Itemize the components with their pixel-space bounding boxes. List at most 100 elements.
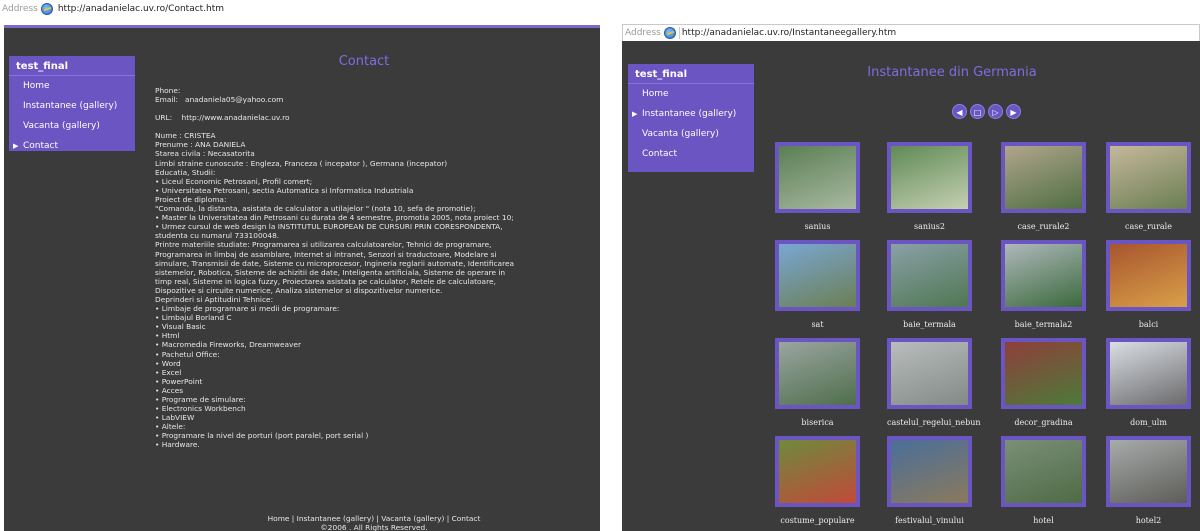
thumbnail-frame[interactable] [1106, 142, 1191, 213]
next-icon[interactable]: ▶ [1006, 104, 1021, 119]
contact-line: • Macromedia Fireworks, Dreamweaver [155, 340, 301, 350]
footer-link[interactable]: Home [268, 514, 290, 523]
gallery-thumbnail[interactable]: baie_termala2 [1001, 240, 1086, 329]
footer-link[interactable]: Vacanta (gallery) [381, 514, 444, 523]
gallery-thumbnail[interactable]: costume_populare [775, 436, 860, 525]
thumbnail-frame[interactable] [887, 142, 972, 213]
gallery-browser-window: Address http://anadanielac.uv.ro/Instant… [622, 0, 1200, 531]
thumbnail-caption: balci [1138, 320, 1159, 329]
sidebar: test_final Home Instantanee (gallery) Va… [628, 64, 754, 172]
previous-icon[interactable]: ◀ [952, 104, 967, 119]
footer-separator: | [289, 514, 297, 523]
thumbnail-frame[interactable] [1001, 436, 1086, 507]
thumbnail-frame[interactable] [887, 240, 972, 311]
url-field[interactable]: http://anadanielac.uv.ro/Contact.htm [56, 3, 226, 15]
contact-line: • Hardware. [155, 440, 200, 450]
contact-line: sistemelor, Robotica, Sisteme de achizit… [155, 267, 506, 277]
thumbnail-frame[interactable] [775, 142, 860, 213]
sidebar: test_final Home Instantanee (gallery) Va… [9, 56, 135, 153]
thumbnail-photo[interactable] [891, 342, 968, 405]
thumbnail-photo[interactable] [1110, 342, 1187, 405]
address-bar: Address http://anadanielac.uv.ro/Instant… [622, 24, 1200, 42]
contact-line: Proiect de diploma: [155, 194, 227, 204]
contact-line: • Master la Universitatea din Petrosani … [155, 213, 514, 223]
gallery-thumbnail[interactable]: dom_ulm [1106, 338, 1191, 427]
gallery-thumbnail[interactable]: decor_gradina [1001, 338, 1086, 427]
contact-line: "Comanda, la distanta, asistata de calcu… [155, 204, 476, 214]
thumbnail-frame[interactable] [775, 240, 860, 311]
gallery-thumbnail[interactable]: sat [775, 240, 860, 329]
gallery-thumbnail[interactable]: biserica [775, 338, 860, 427]
nav-item-instantanee[interactable]: Instantanee (gallery) [628, 104, 754, 124]
thumbnail-frame[interactable] [1106, 436, 1191, 507]
contact-line: Dispozitive si circuite numerice, Analiz… [155, 285, 443, 295]
contact-line: Prenume : ANA DANIELA [155, 140, 246, 150]
thumbnail-photo[interactable] [1005, 244, 1082, 307]
thumbnail-caption: baie_termala [903, 320, 956, 329]
footer: Home | Instantanee (gallery) | Vacanta (… [224, 514, 524, 531]
thumbnail-frame[interactable] [1106, 240, 1191, 311]
thumbnail-frame[interactable] [775, 436, 860, 507]
contact-line [155, 122, 585, 131]
thumbnail-frame[interactable] [887, 436, 972, 507]
thumbnail-frame[interactable] [775, 338, 860, 409]
gallery-thumbnail[interactable]: castelul_regelui_nebun [887, 338, 981, 427]
gallery-thumbnail[interactable]: case_rurale [1106, 142, 1191, 231]
thumbnail-photo[interactable] [891, 146, 968, 209]
gallery-thumbnail[interactable]: hotel2 [1106, 436, 1191, 525]
thumbnail-photo[interactable] [1110, 146, 1187, 209]
contact-line: • Acces [155, 385, 184, 395]
contact-line: • Universitatea Petrosani, sectia Automa… [155, 185, 414, 195]
contact-line: studenta cu numarul 733100048. [155, 231, 280, 241]
thumbnail-frame[interactable] [1001, 142, 1086, 213]
gallery-thumbnail[interactable]: hotel [1001, 436, 1086, 525]
thumbnail-photo[interactable] [1110, 244, 1187, 307]
thumbnail-caption: decor_gradina [1014, 418, 1073, 427]
thumbnail-photo[interactable] [779, 244, 856, 307]
contact-details: Phone: Email: anadaniela05@yahoo.com URL: … [155, 86, 585, 450]
thumbnail-caption: castelul_regelui_nebun [887, 418, 981, 427]
nav-item-home[interactable]: Home [9, 76, 135, 96]
address-bar: Address http://anadanielac.uv.ro/Contact… [0, 0, 604, 18]
contact-line: • PowerPoint [155, 376, 203, 386]
gallery-thumbnail[interactable]: balci [1106, 240, 1191, 329]
nav-item-contact[interactable]: Contact [9, 136, 135, 156]
page-icon [663, 27, 676, 39]
contact-line: • Urmez cursul de web design la INSTITUT… [155, 222, 503, 232]
thumbnail-photo[interactable] [891, 244, 968, 307]
thumbnail-frame[interactable] [1001, 240, 1086, 311]
nav-item-vacanta[interactable]: Vacanta (gallery) [9, 116, 135, 136]
nav-item-home[interactable]: Home [628, 84, 754, 104]
thumbnail-photo[interactable] [779, 440, 856, 503]
nav-item-instantanee[interactable]: Instantanee (gallery) [9, 96, 135, 116]
gallery-thumbnail[interactable]: baie_termala [887, 240, 972, 329]
thumbnail-frame[interactable] [1106, 338, 1191, 409]
thumbnail-photo[interactable] [1005, 342, 1082, 405]
contact-line: • Altele: [155, 422, 186, 432]
gallery-thumbnail[interactable]: sanius [775, 142, 860, 231]
thumbnail-photo[interactable] [891, 440, 968, 503]
thumbnail-caption: sanius2 [914, 222, 945, 231]
index-icon[interactable]: □ [970, 104, 985, 119]
thumbnail-caption: hotel2 [1135, 516, 1162, 525]
play-icon[interactable]: ▷ [988, 104, 1003, 119]
thumbnail-photo[interactable] [1005, 146, 1082, 209]
thumbnail-caption: costume_populare [780, 516, 855, 525]
contact-line: Starea civila : Necasatorita [155, 149, 255, 159]
gallery-thumbnail[interactable]: sanius2 [887, 142, 972, 231]
footer-link[interactable]: Contact [452, 514, 481, 523]
thumbnail-photo[interactable] [779, 146, 856, 209]
gallery-thumbnail[interactable]: case_rurale2 [1001, 142, 1086, 231]
thumbnail-frame[interactable] [1001, 338, 1086, 409]
contact-line: Programarea in limbaj de asamblare, Inte… [155, 249, 497, 259]
thumbnail-frame[interactable] [887, 338, 972, 409]
thumbnail-photo[interactable] [779, 342, 856, 405]
nav-item-contact[interactable]: Contact [628, 144, 754, 164]
nav-item-vacanta[interactable]: Vacanta (gallery) [628, 124, 754, 144]
url-field[interactable]: http://anadanielac.uv.ro/Instantaneegall… [678, 27, 1199, 39]
gallery-thumbnail[interactable]: festivalul_vinului [887, 436, 972, 525]
thumbnail-caption: case_rurale [1125, 222, 1172, 231]
footer-link[interactable]: Instantanee (gallery) [297, 514, 374, 523]
thumbnail-photo[interactable] [1005, 440, 1082, 503]
thumbnail-photo[interactable] [1110, 440, 1187, 503]
